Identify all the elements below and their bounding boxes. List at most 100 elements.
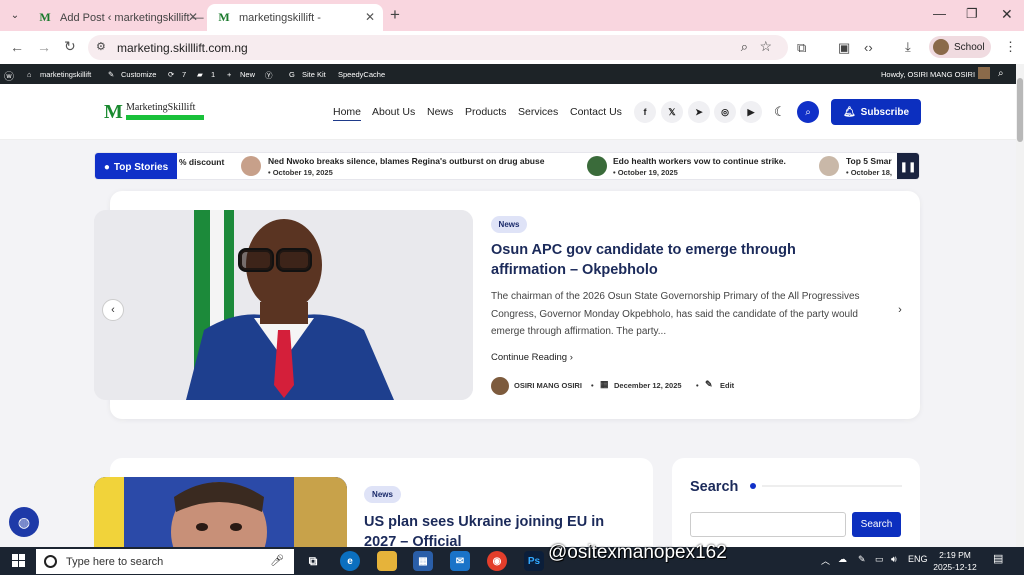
nav-services[interactable]: Services [518,106,558,118]
sidebar-search-button[interactable]: Search [852,512,901,537]
show-hidden-icons-chevron-icon[interactable]: ︿ [821,554,830,567]
volume-icon[interactable]: 🔊︎ [891,554,897,565]
category-badge[interactable]: News [364,486,401,503]
author-name[interactable]: OSIRI MANG OSIRI [514,381,582,390]
edit-link[interactable]: Edit [720,381,734,390]
yoast-icon[interactable]: Ⓨ [265,70,273,81]
comments-count[interactable]: 1 [211,70,215,79]
menu-kebab-icon[interactable]: ⋮ [1004,39,1017,55]
close-tab-icon[interactable]: ✕ [188,10,198,24]
dark-mode-moon-icon[interactable]: ☾ [774,104,786,120]
url-text[interactable]: marketing.skilllift.com.ng [117,41,248,55]
ticker-item-date: • October 18, [846,168,892,177]
admin-site-link[interactable]: marketingskillift [40,70,91,79]
minimize-icon[interactable]: — [933,6,946,21]
tab-add-post[interactable]: M Add Post ‹ marketingskillift — ✕ [28,4,206,31]
updates-count[interactable]: 7 [182,70,186,79]
pause-ticker-icon[interactable]: ❚❚ [897,153,919,179]
devtools-code-icon[interactable]: ‹› [864,40,873,55]
admin-avatar[interactable] [978,67,990,79]
cookie-settings-icon[interactable]: ◍ [9,507,39,537]
category-badge[interactable]: News [491,216,527,233]
close-tab-icon[interactable]: ✕ [365,10,375,24]
x-icon[interactable]: 𝕏 [661,101,683,123]
ticker-item[interactable]: Ned Nwoko breaks silence, blames Regina'… [268,156,544,177]
site-logo[interactable]: M MarketingSkillift [104,101,204,123]
admin-customize-link[interactable]: Customize [121,70,156,79]
cloud-icon[interactable]: ☁ [838,554,847,565]
file-explorer-icon[interactable] [377,551,397,571]
slider-prev-chevron-icon[interactable]: ‹ [102,299,124,321]
site-info-icon[interactable]: ⚙ [96,40,106,53]
zoom-magnifier-icon[interactable]: ⌕ [741,39,748,55]
forward-arrow-icon[interactable]: → [37,39,51,55]
facebook-icon[interactable]: f [634,101,656,123]
avatar [933,39,949,55]
pen-icon[interactable]: ✎ [858,554,866,565]
post-date[interactable]: December 12, 2025 [614,381,682,390]
portrait-illustration [94,477,347,557]
nav-contact-us[interactable]: Contact Us [570,106,622,118]
site-favicon-icon: M [218,10,230,24]
page-scrollbar-thumb[interactable] [1017,78,1023,142]
extensions-puzzle-icon[interactable]: ⧉ [797,40,806,56]
youtube-icon[interactable]: ▶ [740,101,762,123]
mail-icon[interactable]: ✉ [450,551,470,571]
ticker-thumbnail[interactable] [587,156,607,176]
continue-reading-link[interactable]: Continue Reading › [491,352,573,363]
slider-next-chevron-icon[interactable]: › [889,299,911,321]
nav-home[interactable]: Home [333,106,362,121]
microphone-icon[interactable]: 🎤︎ [270,554,284,567]
language-indicator[interactable]: ENG [908,554,928,564]
windows-start-icon[interactable] [12,554,26,568]
instagram-icon[interactable]: ◎ [714,101,736,123]
post-card-image[interactable] [94,477,347,557]
nav-news[interactable]: News [427,106,453,118]
featured-image[interactable] [94,210,473,400]
tab-marketingskillift[interactable]: M marketingskillift - ✕ [207,4,383,31]
nav-products[interactable]: Products [465,106,506,118]
photoshop-icon[interactable]: Ps [524,551,544,571]
nav-about-us[interactable]: About Us [372,106,415,118]
wordpress-logo-icon[interactable]: ⓦ [4,68,14,83]
battery-icon[interactable]: ▭ [875,554,884,565]
admin-new-link[interactable]: New [240,70,255,79]
tab-search-chevron-icon[interactable]: ⌄ [6,6,24,24]
notifications-icon[interactable]: ▤ [993,552,1003,565]
hero-title[interactable]: Osun APC gov candidate to emerge through… [491,240,851,280]
edge-browser-icon[interactable]: e [340,551,360,571]
screenshot-icon[interactable]: ▣ [838,40,850,56]
ticker-thumbnail[interactable] [241,156,261,176]
system-clock[interactable]: 2:19 PM 2025-12-12 [932,549,978,573]
restore-icon[interactable]: ❐ [966,6,978,22]
ticker-item[interactable]: Edo health workers vow to continue strik… [613,156,786,177]
admin-search-icon[interactable]: ⌕ [998,68,1004,79]
admin-greeting[interactable]: Howdy, OSIRI MANG OSIRI [881,70,975,79]
updates-icon[interactable]: ⟳ [168,70,174,79]
author-avatar[interactable] [491,377,509,395]
task-view-icon[interactable]: ⧉ [303,551,323,571]
admin-sitekit-link[interactable]: Site Kit [302,70,326,79]
site-search-icon[interactable]: ⌕ [797,101,819,123]
top-stories-label: ● Top Stories [95,153,177,179]
telegram-icon[interactable]: ➤ [688,101,710,123]
sidebar-search-input[interactable] [690,512,846,537]
taskbar-search-box[interactable]: Type here to search 🎤︎ [36,549,294,574]
bookmark-star-icon[interactable]: ☆ [759,38,772,55]
profile-button[interactable]: School [929,36,991,58]
ticker-thumbnail[interactable] [819,156,839,176]
ticker-item[interactable]: % discount [179,157,224,167]
comments-icon[interactable]: ▰ [197,70,203,79]
back-arrow-icon[interactable]: ← [10,39,24,55]
close-window-icon[interactable]: ✕ [1001,6,1013,23]
subscribe-button[interactable]: 🔔︎ Subscribe [831,99,921,125]
chrome-icon[interactable]: ◉ [487,551,507,571]
admin-speedycache-link[interactable]: SpeedyCache [338,70,385,79]
new-tab-plus-icon[interactable]: + [390,5,400,25]
address-bar[interactable]: ⚙ marketing.skilllift.com.ng ⌕ ☆ [88,35,788,60]
ticker-item-title: Top 5 Smar [846,156,892,166]
microsoft-store-icon[interactable]: ▦ [413,551,433,571]
reload-icon[interactable]: ↻ [64,38,76,55]
ticker-item[interactable]: Top 5 Smar • October 18, [846,156,892,177]
download-icon[interactable]: ⤓ [905,39,911,55]
